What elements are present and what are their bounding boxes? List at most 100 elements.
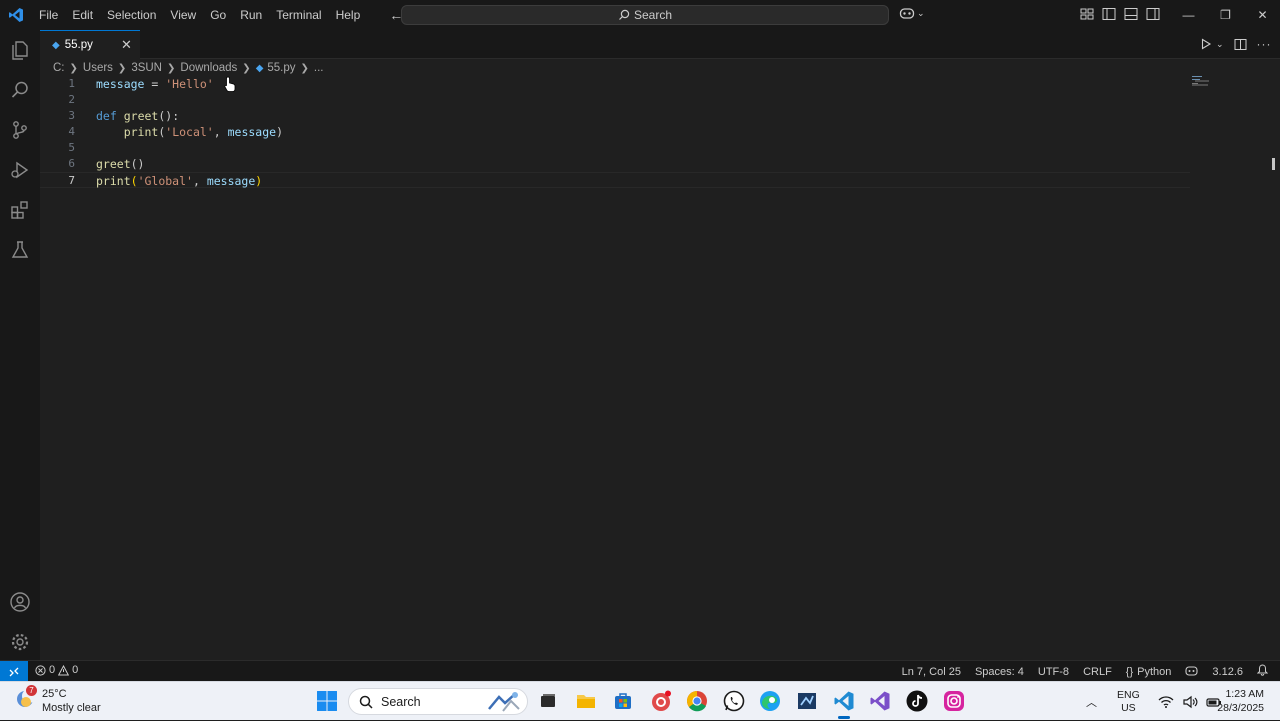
notifications-bell-icon[interactable] xyxy=(1256,664,1269,679)
tab-55-py[interactable]: ◆ 55.py ✕ xyxy=(40,30,140,59)
line-number: 4 xyxy=(68,125,75,138)
accounts-icon[interactable] xyxy=(8,590,32,614)
search-label: Search xyxy=(633,8,673,22)
screen-recorder-icon[interactable] xyxy=(650,690,672,712)
task-view-icon[interactable] xyxy=(537,690,559,712)
restore-icon[interactable]: ❐ xyxy=(1207,0,1244,30)
token: 'Global' xyxy=(137,174,193,188)
menu-help[interactable]: Help xyxy=(329,0,368,30)
file-encoding[interactable]: UTF-8 xyxy=(1038,666,1069,678)
edge-browser-icon[interactable] xyxy=(759,690,781,712)
weather-widget[interactable]: 7 25°C Mostly clear xyxy=(14,685,101,715)
breadcrumb-3sun[interactable]: 3SUN xyxy=(131,62,162,74)
show-hidden-icons-chevron-icon[interactable]: ︿ xyxy=(1086,694,1097,710)
minimap[interactable] xyxy=(1192,76,1218,86)
breadcrumb-file[interactable]: 55.py xyxy=(267,62,295,74)
toggle-primary-sidebar-icon[interactable] xyxy=(1102,7,1116,21)
chevron-right-icon: ❯ xyxy=(167,62,176,74)
chevron-right-icon: ❯ xyxy=(242,62,251,74)
taskbar-search[interactable]: Search xyxy=(348,688,528,715)
code-line[interactable]: 1 message = 'Hello' xyxy=(40,76,1190,92)
command-center-search[interactable]: Search xyxy=(401,5,889,25)
taskbar-clock[interactable]: 1:23 AM 28/3/2025 xyxy=(1217,687,1264,715)
language-mode[interactable]: {} Python xyxy=(1126,666,1172,678)
toggle-secondary-sidebar-icon[interactable] xyxy=(1146,7,1160,21)
menu-bar: File Edit Selection View Go Run Terminal… xyxy=(32,0,367,30)
copilot-icon xyxy=(899,8,915,19)
copilot-status-icon[interactable] xyxy=(1185,665,1198,679)
tiktok-icon[interactable] xyxy=(906,690,928,712)
python-file-icon: ◆ xyxy=(52,39,60,51)
settings-gear-icon[interactable] xyxy=(8,630,32,654)
scrollbar-cursor-marker[interactable] xyxy=(1272,158,1275,170)
code-line[interactable]: 4 print('Local', message) xyxy=(40,124,1190,140)
vscode-taskbar-icon[interactable] xyxy=(833,690,855,712)
split-editor-icon[interactable] xyxy=(1234,38,1247,51)
microsoft-store-icon[interactable] xyxy=(612,690,634,712)
status-bar: 0 0 Ln 7, Col 25 Spaces: 4 UTF-8 CRLF {}… xyxy=(0,660,1280,682)
sql-server-management-icon[interactable] xyxy=(796,690,818,712)
code-line[interactable]: 2 xyxy=(40,92,1190,108)
code-line[interactable]: 6 greet() xyxy=(40,156,1190,172)
menu-selection[interactable]: Selection xyxy=(100,0,163,30)
search-highlight-icon xyxy=(488,692,520,712)
explorer-icon[interactable] xyxy=(8,38,32,62)
menu-edit[interactable]: Edit xyxy=(65,0,100,30)
warning-icon xyxy=(58,664,70,675)
code-editor[interactable]: 1 message = 'Hello' 2 3 def greet(): 4 p… xyxy=(40,76,1280,660)
breadcrumb-users[interactable]: Users xyxy=(83,62,113,74)
remote-indicator-icon[interactable] xyxy=(0,661,28,682)
chevron-right-icon: ❯ xyxy=(300,62,309,74)
code-line-current[interactable]: 7 print('Global', message) xyxy=(40,172,1190,188)
close-window-icon[interactable]: ✕ xyxy=(1244,0,1280,30)
windows-start-icon[interactable] xyxy=(316,690,338,712)
toggle-panel-icon[interactable] xyxy=(1124,7,1138,21)
volume-icon[interactable] xyxy=(1182,695,1198,709)
whatsapp-icon[interactable] xyxy=(723,690,745,712)
close-tab-icon[interactable]: ✕ xyxy=(121,37,132,53)
token: message xyxy=(206,174,256,188)
menu-file[interactable]: File xyxy=(32,0,65,30)
weather-badge: 7 xyxy=(26,685,37,696)
source-control-icon[interactable] xyxy=(8,118,32,142)
menu-view[interactable]: View xyxy=(163,0,203,30)
mouse-pointer-icon xyxy=(224,76,236,92)
wifi-icon[interactable] xyxy=(1158,695,1174,709)
indentation[interactable]: Spaces: 4 xyxy=(975,666,1024,678)
breadcrumb-downloads[interactable]: Downloads xyxy=(180,62,237,74)
token: ) xyxy=(276,125,283,139)
menu-run[interactable]: Run xyxy=(233,0,269,30)
search-view-icon[interactable] xyxy=(8,78,32,102)
token: ) xyxy=(255,174,263,188)
code-line[interactable]: 3 def greet(): xyxy=(40,108,1190,124)
run-python-file-icon[interactable] xyxy=(1200,38,1212,50)
menu-terminal[interactable]: Terminal xyxy=(269,0,328,30)
cursor-position[interactable]: Ln 7, Col 25 xyxy=(902,666,961,678)
run-debug-icon[interactable] xyxy=(8,158,32,182)
chrome-icon[interactable] xyxy=(686,690,708,712)
braces-icon: {} xyxy=(1125,665,1134,678)
editor-actions: ⌄ ··· xyxy=(1200,37,1272,51)
code-line[interactable]: 5 xyxy=(40,140,1190,156)
visual-studio-icon[interactable] xyxy=(869,690,891,712)
title-bar: File Edit Selection View Go Run Terminal… xyxy=(0,0,1280,30)
copilot-menu[interactable]: ⌄ xyxy=(899,6,925,20)
minimize-icon[interactable]: — xyxy=(1170,0,1207,30)
window-controls: — ❐ ✕ xyxy=(1170,0,1280,30)
extensions-icon[interactable] xyxy=(8,198,32,222)
input-language[interactable]: ENG US xyxy=(1117,689,1140,715)
python-interpreter-version[interactable]: 3.12.6 xyxy=(1212,666,1243,678)
instagram-icon[interactable] xyxy=(943,690,965,712)
end-of-line[interactable]: CRLF xyxy=(1083,666,1112,678)
run-options-chevron-icon[interactable]: ⌄ xyxy=(1216,39,1224,50)
status-bar-right: Ln 7, Col 25 Spaces: 4 UTF-8 CRLF {} Pyth… xyxy=(902,664,1269,679)
breadcrumb-drive[interactable]: C: xyxy=(53,62,65,74)
editor-tabs: ◆ 55.py ✕ ⌄ ··· xyxy=(40,30,1280,59)
problems-indicator[interactable]: 0 0 xyxy=(35,664,78,676)
testing-flask-icon[interactable] xyxy=(8,238,32,262)
menu-go[interactable]: Go xyxy=(203,0,233,30)
breadcrumb-more[interactable]: ... xyxy=(314,62,324,74)
file-explorer-icon[interactable] xyxy=(575,690,597,712)
more-actions-icon[interactable]: ··· xyxy=(1257,37,1272,51)
customize-layout-icon[interactable] xyxy=(1080,7,1094,21)
